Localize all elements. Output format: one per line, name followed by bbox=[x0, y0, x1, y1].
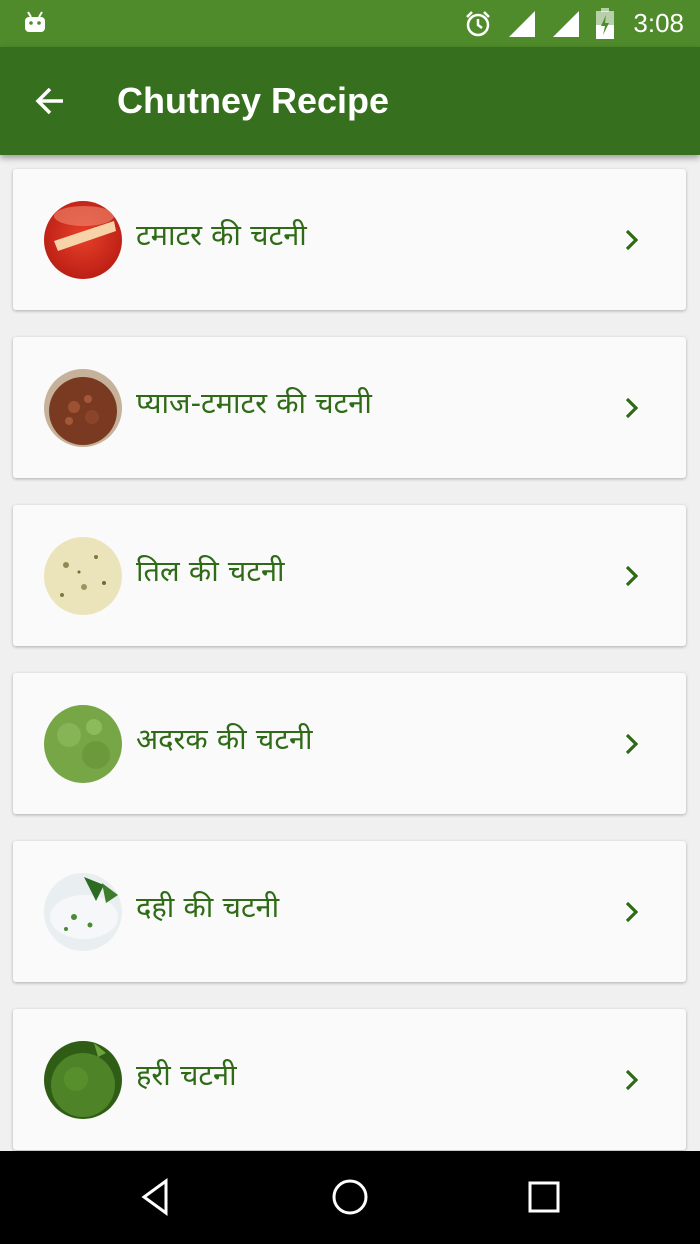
chevron-right-icon bbox=[625, 565, 639, 587]
recipe-item[interactable]: टमाटर की चटनी bbox=[13, 169, 686, 310]
recipe-item[interactable]: अदरक की चटनी bbox=[13, 673, 686, 814]
arrow-back-icon bbox=[35, 87, 63, 115]
chevron-right-icon bbox=[625, 901, 639, 923]
alarm-icon bbox=[463, 9, 493, 39]
recipe-thumbnail bbox=[44, 705, 122, 783]
recipe-title: प्याज-टमाटर की चटनी bbox=[136, 386, 372, 420]
recipe-item[interactable]: तिल की चटनी bbox=[13, 505, 686, 646]
recipe-item[interactable]: प्याज-टमाटर की चटनी bbox=[13, 337, 686, 478]
back-button[interactable] bbox=[22, 73, 78, 129]
recipe-thumbnail bbox=[44, 537, 122, 615]
page-title: Chutney Recipe bbox=[117, 80, 390, 121]
chevron-right-icon bbox=[625, 229, 639, 251]
recipe-thumbnail bbox=[44, 369, 122, 447]
chevron-right-icon bbox=[625, 1069, 639, 1091]
nav-home-button[interactable] bbox=[324, 1171, 376, 1223]
android-notification-icon bbox=[22, 9, 48, 35]
recipe-title: तिल की चटनी bbox=[136, 554, 285, 588]
nav-back-button[interactable] bbox=[130, 1171, 182, 1223]
square-recents-icon bbox=[528, 1181, 560, 1213]
recipe-item[interactable]: हरी चटनी bbox=[13, 1009, 686, 1150]
signal-icon-2 bbox=[551, 9, 581, 39]
recipe-title: अदरक की चटनी bbox=[136, 722, 313, 756]
status-bar: 3:08 bbox=[0, 0, 700, 47]
app-bar: Chutney Recipe bbox=[0, 47, 700, 155]
circle-home-icon bbox=[332, 1179, 368, 1215]
chevron-right-icon bbox=[625, 397, 639, 419]
nav-recents-button[interactable] bbox=[518, 1171, 570, 1223]
recipe-thumbnail bbox=[44, 873, 122, 951]
recipe-list: टमाटर की चटनी प्याज-टमाटर की चटनी तिल की… bbox=[0, 155, 700, 1151]
recipe-title: हरी चटनी bbox=[136, 1058, 237, 1092]
triangle-back-icon bbox=[141, 1178, 168, 1216]
recipe-title: दही की चटनी bbox=[136, 890, 280, 924]
signal-icon bbox=[507, 9, 537, 39]
chevron-right-icon bbox=[625, 733, 639, 755]
status-time: 3:08 bbox=[633, 8, 684, 38]
recipe-thumbnail bbox=[44, 1041, 122, 1119]
recipe-item[interactable]: दही की चटनी bbox=[13, 841, 686, 982]
recipe-thumbnail bbox=[44, 201, 122, 279]
recipe-title: टमाटर की चटनी bbox=[136, 218, 307, 252]
battery-icon bbox=[595, 7, 615, 40]
system-nav-bar bbox=[0, 1151, 700, 1244]
